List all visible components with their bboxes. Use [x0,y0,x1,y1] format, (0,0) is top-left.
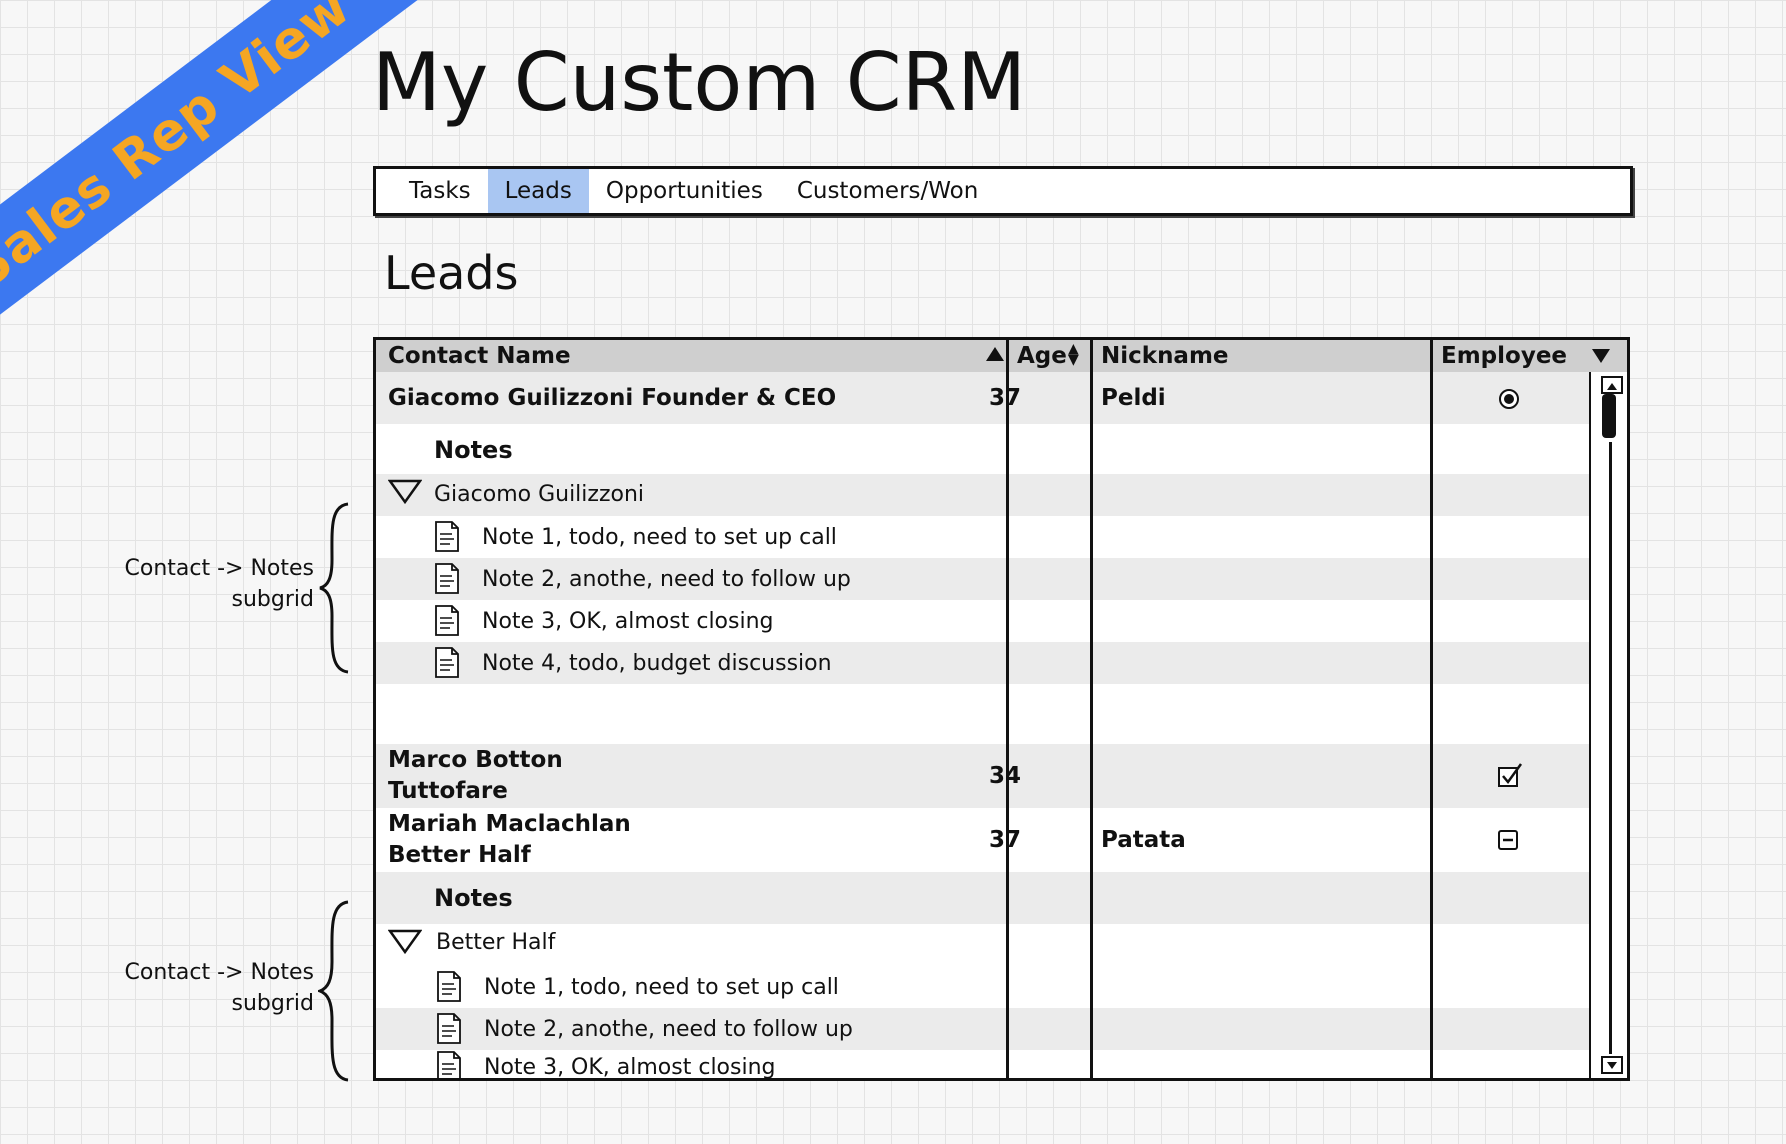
subgrid-tree-label: Giacomo Guilizzoni [434,482,645,507]
note-text: Note 4, todo, budget discussion [482,651,832,676]
subgrid-tree-row[interactable]: Better Half [376,924,1589,966]
column-divider[interactable] [1090,340,1093,1078]
section-title: Leads [384,246,519,300]
table-row[interactable]: Mariah Maclachlan Better Half 37 Patata [376,808,1589,872]
document-icon [437,1013,461,1044]
subgrid-tree-label: Better Half [436,930,556,955]
column-divider[interactable] [1006,340,1009,1078]
tab-customers-won[interactable]: Customers/Won [780,169,996,213]
contact-name: Mariah Maclachlan [388,811,631,837]
annotation-line: subgrid [231,991,314,1016]
contact-title: Better Half [388,842,531,868]
annotation-line: Contact -> Notes [124,556,315,581]
document-icon [435,647,459,678]
ribbon-label: Sales Rep View [0,0,362,302]
tab-opportunities[interactable]: Opportunities [589,169,780,213]
expand-triangle-icon[interactable] [388,477,422,505]
employee-checkbox-checked-icon[interactable] [1494,762,1524,790]
sales-rep-view-ribbon: Sales Rep View [0,0,435,361]
table-row[interactable]: Marco Botton Tuttofare 34 [376,744,1589,808]
subgrid-tree-row[interactable]: Giacomo Guilizzoni [376,474,1589,516]
document-icon [435,563,459,594]
contact-name: Giacomo Guilizzoni Founder & CEO [388,385,837,411]
list-item[interactable]: Note 1, todo, need to set up call [376,966,1589,1008]
contact-nickname: Peldi [1101,385,1166,411]
sort-ascending-icon[interactable] [986,347,1004,361]
note-text: Note 3, OK, almost closing [484,1055,776,1080]
list-item[interactable]: Note 1, todo, need to set up call [376,516,1589,558]
document-icon [435,605,459,636]
list-item[interactable]: Note 2, anothe, need to follow up [376,1008,1589,1050]
contact-title: Tuttofare [388,778,508,804]
annotation-line: Contact -> Notes [124,960,315,985]
note-text: Note 3, OK, almost closing [482,609,774,634]
contact-nickname: Patata [1101,827,1186,853]
document-icon [437,1051,461,1078]
column-divider[interactable] [1430,340,1433,1078]
subgrid-header-row: Notes [376,872,1589,924]
grid-header: Contact Name Age ▲ ▼ Nickname Employee [376,340,1627,373]
app-title: My Custom CRM [372,36,1027,129]
spacer-row [376,684,1589,744]
contact-name: Marco Botton [388,747,563,773]
scrollbar-track[interactable] [1609,442,1612,1054]
sort-icon[interactable]: ▲ ▼ [1068,342,1079,367]
expand-triangle-icon[interactable] [388,927,422,955]
list-item[interactable]: Note 2, anothe, need to follow up [376,558,1589,600]
column-header-employee[interactable]: Employee [1441,340,1567,372]
subgrid-annotation: Contact -> Notes subgrid [98,553,315,615]
subgrid-header-row: Notes [376,424,1589,474]
scroll-down-button[interactable] [1601,1056,1623,1074]
tab-bar: Tasks Leads Opportunities Customers/Won [373,166,1633,216]
vertical-scrollbar[interactable] [1589,372,1627,1078]
note-text: Note 1, todo, need to set up call [482,525,837,550]
leads-grid: Contact Name Age ▲ ▼ Nickname Employee Gi… [373,337,1630,1081]
subgrid-notes-label: Notes [434,884,513,912]
note-text: Note 2, anothe, need to follow up [484,1017,853,1042]
annotation-line: subgrid [231,587,314,612]
document-icon [435,521,459,552]
column-header-contact-name[interactable]: Contact Name [388,340,571,372]
employee-checkbox-indeterminate-icon[interactable] [1494,826,1524,854]
curly-brace-icon [319,502,349,674]
curly-brace-icon [318,900,349,1082]
document-icon [437,971,461,1002]
list-item[interactable]: Note 4, todo, budget discussion [376,642,1589,684]
column-menu-icon[interactable] [1592,349,1610,363]
subgrid-notes-label: Notes [434,436,513,464]
note-text: Note 1, todo, need to set up call [484,975,839,1000]
tab-tasks[interactable]: Tasks [392,169,488,213]
list-item[interactable]: Note 3, OK, almost closing [376,600,1589,642]
scrollbar-thumb[interactable] [1602,394,1616,438]
scroll-up-button[interactable] [1601,376,1623,394]
employee-radio-selected-icon[interactable] [1494,386,1524,412]
table-row[interactable]: Giacomo Guilizzoni Founder & CEO 37 Peld… [376,372,1589,424]
list-item[interactable]: Note 3, OK, almost closing [376,1050,1589,1080]
note-text: Note 2, anothe, need to follow up [482,567,851,592]
column-header-nickname[interactable]: Nickname [1101,340,1229,372]
tab-leads[interactable]: Leads [487,169,589,213]
subgrid-annotation: Contact -> Notes subgrid [98,957,315,1019]
column-header-age[interactable]: Age [1017,340,1067,372]
